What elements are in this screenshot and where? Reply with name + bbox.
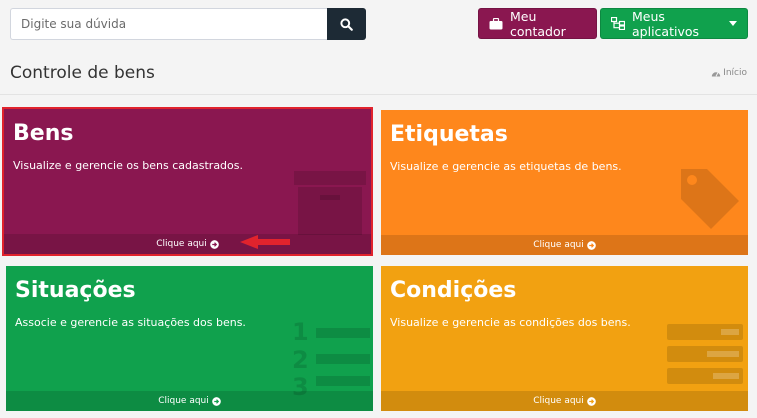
arrow-circle-right-icon (209, 239, 219, 249)
dashboard-icon (711, 72, 721, 77)
tile-title: Situações (15, 278, 136, 303)
tile-bens[interactable]: Bens Visualize e gerencie os bens cadast… (4, 109, 371, 254)
page-title: Controle de bens (10, 63, 155, 83)
arrow-circle-right-icon (586, 240, 596, 250)
breadcrumb[interactable]: Início (711, 68, 747, 78)
list-ol-icon: 1 2 3 (292, 318, 370, 396)
meu-contador-button[interactable]: Meu contador (478, 8, 597, 39)
meu-contador-label: Meu contador (510, 8, 566, 39)
meus-aplicativos-label: Meus aplicativos (632, 8, 700, 39)
tile-link-label: Clique aqui (533, 240, 584, 250)
tile-link-label: Clique aqui (533, 396, 584, 406)
tag-icon (681, 169, 739, 229)
search-button[interactable] (327, 8, 366, 40)
meus-aplicativos-button[interactable]: Meus aplicativos (600, 8, 748, 39)
tile-title: Bens (13, 121, 74, 146)
tile-footer-link[interactable]: Clique aqui (381, 235, 748, 255)
arrow-circle-right-icon (586, 396, 596, 406)
tile-footer-link[interactable]: Clique aqui (6, 391, 373, 411)
search-input[interactable] (10, 8, 327, 40)
tile-description: Visualize e gerencie as etiquetas de ben… (390, 160, 622, 173)
svg-text:1: 1 (292, 318, 309, 346)
tile-title: Etiquetas (390, 122, 508, 147)
breadcrumb-home[interactable]: Início (723, 68, 747, 78)
arrow-circle-right-icon (211, 396, 221, 406)
search-icon (340, 17, 353, 31)
tile-description: Visualize e gerencie os bens cadastrados… (13, 159, 244, 172)
tile-link-label: Clique aqui (158, 396, 209, 406)
tile-description: Visualize e gerencie as condições dos be… (390, 316, 631, 329)
tile-title: Condições (390, 278, 517, 303)
divider (0, 94, 757, 95)
tile-situacoes[interactable]: 1 2 3 Situações Associe e gerencie as si… (6, 266, 373, 411)
tasks-icon (667, 324, 743, 384)
chevron-down-icon (729, 21, 737, 26)
briefcase-icon (489, 17, 503, 29)
tile-condicoes[interactable]: Condições Visualize e gerencie as condiç… (381, 266, 748, 411)
top-bar: Meu contador Meus aplicativos (0, 0, 757, 48)
tile-etiquetas[interactable]: Etiquetas Visualize e gerencie as etique… (381, 110, 748, 255)
tile-link-label: Clique aqui (156, 239, 207, 249)
archive-icon (294, 171, 366, 235)
sitemap-icon (611, 17, 625, 30)
svg-text:2: 2 (292, 346, 309, 374)
tile-footer-link[interactable]: Clique aqui (381, 391, 748, 411)
search-group (10, 8, 366, 40)
tile-description: Associe e gerencie as situações dos bens… (15, 316, 246, 329)
annotation-arrow-icon (240, 235, 290, 249)
tile-footer-link[interactable]: Clique aqui (4, 234, 371, 254)
